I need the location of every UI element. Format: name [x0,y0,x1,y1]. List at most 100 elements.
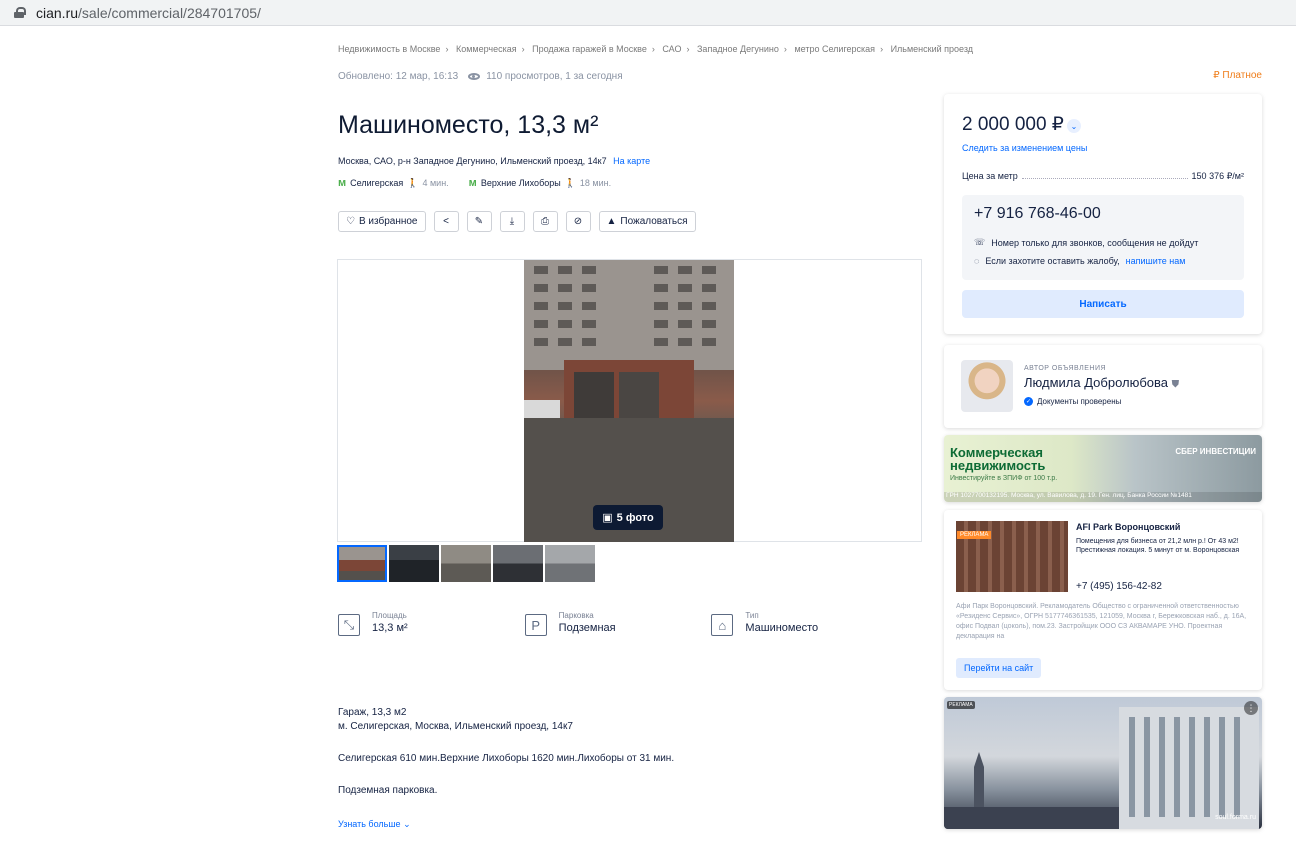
thumbnail[interactable] [389,545,439,582]
author-label: АВТОР ОБЪЯВЛЕНИЯ [1024,365,1107,372]
write-us-link[interactable]: напишите нам [1126,256,1186,266]
author-name[interactable]: Людмила Добролюбова ⛊ [1024,375,1179,390]
metro-name: Селигерская [350,178,404,188]
ppm-label: Цена за метр [962,171,1018,181]
fact-area: ⤡ Площадь 13,3 м² [338,611,525,636]
follow-price-link[interactable]: Следить за изменением цены [962,143,1087,153]
metro-icon: м [338,177,347,189]
breadcrumb-item[interactable]: Коммерческая [456,44,517,54]
url-host: cian.ru [36,4,79,21]
page-title: Машиноместо, 13,3 м² [338,111,599,139]
garage-icon: ⌂ [711,614,734,636]
views-count: 110 просмотров, 1 за сегодня [486,71,623,82]
check-icon: ✓ [1024,397,1033,406]
thumbnail-strip [337,545,595,582]
metro-item[interactable]: м Селигерская 🚶 4 мин. [338,177,449,189]
photo-count-badge[interactable]: ▣ 5 фото [593,505,663,530]
heart-icon: ♡ [346,216,355,227]
fact-label: Парковка [558,611,594,620]
metro-list: м Селигерская 🚶 4 мин. м Верхние Лихобор… [338,177,611,189]
paid-badge: ₽ Платное [1213,70,1262,81]
ad-badge: РЕКЛАМА [947,701,975,709]
description-line: м. Селигерская, Москва, Ильменский проез… [338,721,573,732]
walk-icon: 🚶 [407,177,419,188]
facts-row: ⤡ Площадь 13,3 м² P Парковка Подземная ⌂… [338,611,898,636]
share-button[interactable]: < [433,211,459,232]
price: 2 000 000 ₽ [962,114,1064,135]
banner-subtitle: Инвестируйте в ЗПИФ от 100 т.р. [950,475,1058,482]
thumbnail[interactable] [337,545,387,582]
thumbnail[interactable] [493,545,543,582]
fact-label: Тип [745,611,759,620]
thumbnail[interactable] [545,545,595,582]
resize-icon: ⤡ [338,614,360,636]
breadcrumb-item[interactable]: Продажа гаражей в Москве [532,44,647,54]
fact-value: Подземная [558,622,616,634]
eye-icon [468,73,481,80]
author-card: АВТОР ОБЪЯВЛЕНИЯ Людмила Добролюбова ⛊ ✓… [944,345,1262,428]
note-button[interactable]: ✎ [466,211,492,232]
complain-label: Пожаловаться [620,216,688,227]
write-button[interactable]: Написать [962,290,1244,318]
download-button[interactable]: ⤓ [499,211,525,232]
favorite-label: В избранное [358,216,418,227]
main-photo[interactable] [524,260,734,542]
chevron-down-icon[interactable]: ⌄ [1067,119,1081,133]
phone-note: ☏ Номер только для звонков, сообщения не… [974,237,1198,248]
breadcrumb-item[interactable]: Западное Дегунино [697,44,779,54]
fact-value: 13,3 м² [372,622,408,634]
url-path: /sale/commercial/284701705/ [78,4,261,21]
fact-value: Машиноместо [745,622,819,634]
phone-box: +7 916 768-46-00 ☏ Номер только для звон… [962,195,1244,280]
sber-logo: СБЕР ИНВЕСТИЦИИ [1175,447,1256,456]
more-icon[interactable]: ⋮ [1244,701,1258,715]
ad-text: Помещения для бизнеса от 21,2 млн р.! От… [1076,538,1240,554]
forma-banner[interactable]: РЕКЛАМА ⋮ soul.forma.ru [944,697,1262,829]
shield-icon: ⛊ [1171,379,1180,390]
more-link[interactable]: Узнать больше ⌄ [338,819,411,830]
download-icon: ⤓ [509,216,515,227]
description: Гараж, 13,3 м2 м. Селигерская, Москва, И… [338,706,674,798]
ad-phone[interactable]: +7 (495) 156-42-82 [1076,581,1162,592]
banner-credit: soul.forma.ru [1215,814,1256,821]
price-per-meter: Цена за метр 150 376 ₽/м² [962,171,1244,182]
updated-date: Обновлено: 12 мар, 16:13 [338,71,459,82]
ad-legal: Афи Парк Воронцовский. Рекламодатель Общ… [956,603,1247,640]
camera-icon: ▣ [602,512,613,524]
metro-item[interactable]: м Верхние Лихоборы 🚶 18 мин. [469,177,611,189]
complain-button[interactable]: ▲ Пожаловаться [598,211,696,232]
hide-button[interactable]: ⊘ [565,211,591,232]
breadcrumb-item[interactable]: САО [662,44,681,54]
ad-card: РЕКЛАМА AFI Park Воронцовский Помещения … [944,510,1262,690]
chevron-down-icon: ⌄ [403,819,411,829]
thumbnail[interactable] [441,545,491,582]
photo-gallery[interactable]: ▣ 5 фото [337,259,922,542]
metro-time: 4 мин. [422,178,449,188]
favorite-button[interactable]: ♡ В избранное [338,211,426,232]
parking-icon: P [524,614,547,636]
print-icon: ⎙ [541,216,549,227]
share-icon: < [443,216,449,227]
breadcrumb-item[interactable]: Недвижимость в Москве [338,44,440,54]
fact-type: ⌂ Тип Машиноместо [711,611,898,636]
sber-banner[interactable]: Коммерческая недвижимость Инвестируйте в… [944,435,1262,502]
photo-count-label: 5 фото [616,511,654,524]
print-button[interactable]: ⎙ [532,211,558,232]
banner-title-line: недвижимость [950,458,1046,473]
phone-number[interactable]: +7 916 768-46-00 [974,205,1101,223]
address-text: Москва, САО, р-н Западное Дегунино, Ильм… [338,156,607,166]
metro-time: 18 мин. [579,178,612,188]
support-icon: ◌ [974,256,980,266]
banner-legal: ГРН 1027700132195. Москва, ул. Вавилова,… [944,492,1262,502]
hide-icon: ⊘ [573,216,583,227]
metro-name: Верхние Лихоборы [480,178,561,188]
address-bar[interactable]: cian.ru/sale/commercial/284701705/ [0,0,1296,26]
avatar[interactable] [961,360,1013,412]
ad-title[interactable]: AFI Park Воронцовский [1076,522,1180,532]
address: Москва, САО, р-н Западное Дегунино, Ильм… [338,156,650,166]
breadcrumb-item[interactable]: метро Селигерская [794,44,875,54]
price-card: 2 000 000 ₽ ⌄ Следить за изменением цены… [944,94,1262,334]
breadcrumb-item[interactable]: Ильменский проезд [891,44,973,54]
ad-site-button[interactable]: Перейти на сайт [956,658,1042,678]
map-link[interactable]: На карте [613,156,650,166]
